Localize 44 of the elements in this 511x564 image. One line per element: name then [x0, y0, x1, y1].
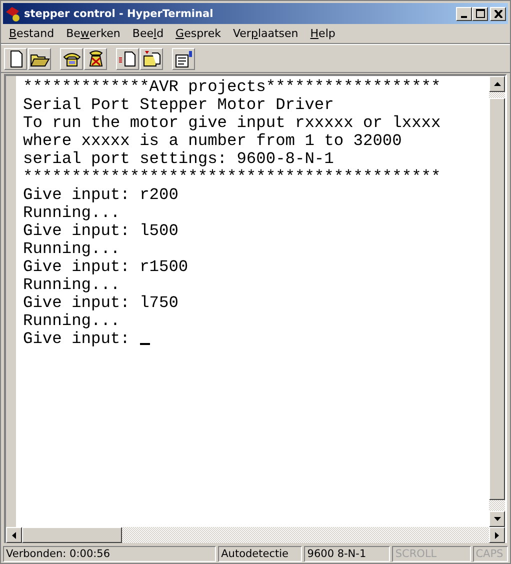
receive-file-icon[interactable] [140, 48, 163, 70]
hang-up-phone-icon[interactable] [84, 48, 107, 70]
terminal-line: To run the motor give input rxxxxx or lxxxx [23, 114, 441, 132]
maximize-icon [476, 9, 484, 18]
scroll-right-icon[interactable] [495, 532, 499, 538]
text-cursor [140, 343, 150, 345]
terminal-line: serial port settings: 9600-8-N-1 [23, 150, 334, 168]
minimize-button[interactable] [456, 6, 472, 20]
menu-item[interactable]: Help [304, 27, 342, 40]
menu-item[interactable]: Bewerken [60, 27, 126, 40]
status-panel: Autodetectie [218, 546, 302, 562]
scroll-down-icon[interactable] [494, 517, 500, 521]
properties-icon[interactable] [172, 48, 195, 70]
terminal-line: Running... [23, 204, 120, 222]
open-folder-icon[interactable] [28, 48, 51, 70]
maximize-button[interactable] [472, 6, 488, 20]
close-icon [494, 10, 502, 18]
minimize-icon [461, 16, 467, 18]
menu-item[interactable]: Bestand [3, 27, 60, 40]
terminal-line: Running... [23, 312, 120, 330]
terminal-line: Give input: r200 [23, 186, 178, 204]
terminal-line: Give input: l750 [23, 294, 178, 312]
terminal-line: where xxxxx is a number from 1 to 32000 [23, 132, 402, 150]
new-document-icon[interactable] [4, 48, 27, 70]
terminal-line: Serial Port Stepper Motor Driver [23, 96, 334, 114]
window-title: stepper control - HyperTerminal [24, 8, 214, 20]
terminal-line: Running... [23, 276, 120, 294]
send-file-icon[interactable] [116, 48, 139, 70]
menu-item[interactable]: Verplaatsen [226, 27, 304, 40]
status-panel: Verbonden: 0:00:56 [3, 546, 216, 562]
terminal-line: Running... [23, 240, 120, 258]
terminal-line: Give input: [23, 330, 131, 348]
close-button[interactable] [490, 6, 506, 20]
terminal-line: Give input: r1500 [23, 258, 188, 276]
terminal-line: ******************************************* [23, 168, 441, 186]
scroll-up-icon[interactable] [494, 82, 500, 86]
status-panel: 9600 8-N-1 [304, 546, 390, 562]
menu-item[interactable]: Gesprek [170, 27, 227, 40]
horizontal-scrollbar[interactable] [4, 527, 507, 543]
terminal-line: Give input: l500 [23, 222, 178, 240]
menu-item[interactable]: Beeld [126, 27, 170, 40]
vertical-scrollbar[interactable] [489, 76, 505, 527]
terminal-line: *************AVR projects****************** [23, 78, 441, 96]
scroll-left-icon[interactable] [12, 532, 16, 538]
